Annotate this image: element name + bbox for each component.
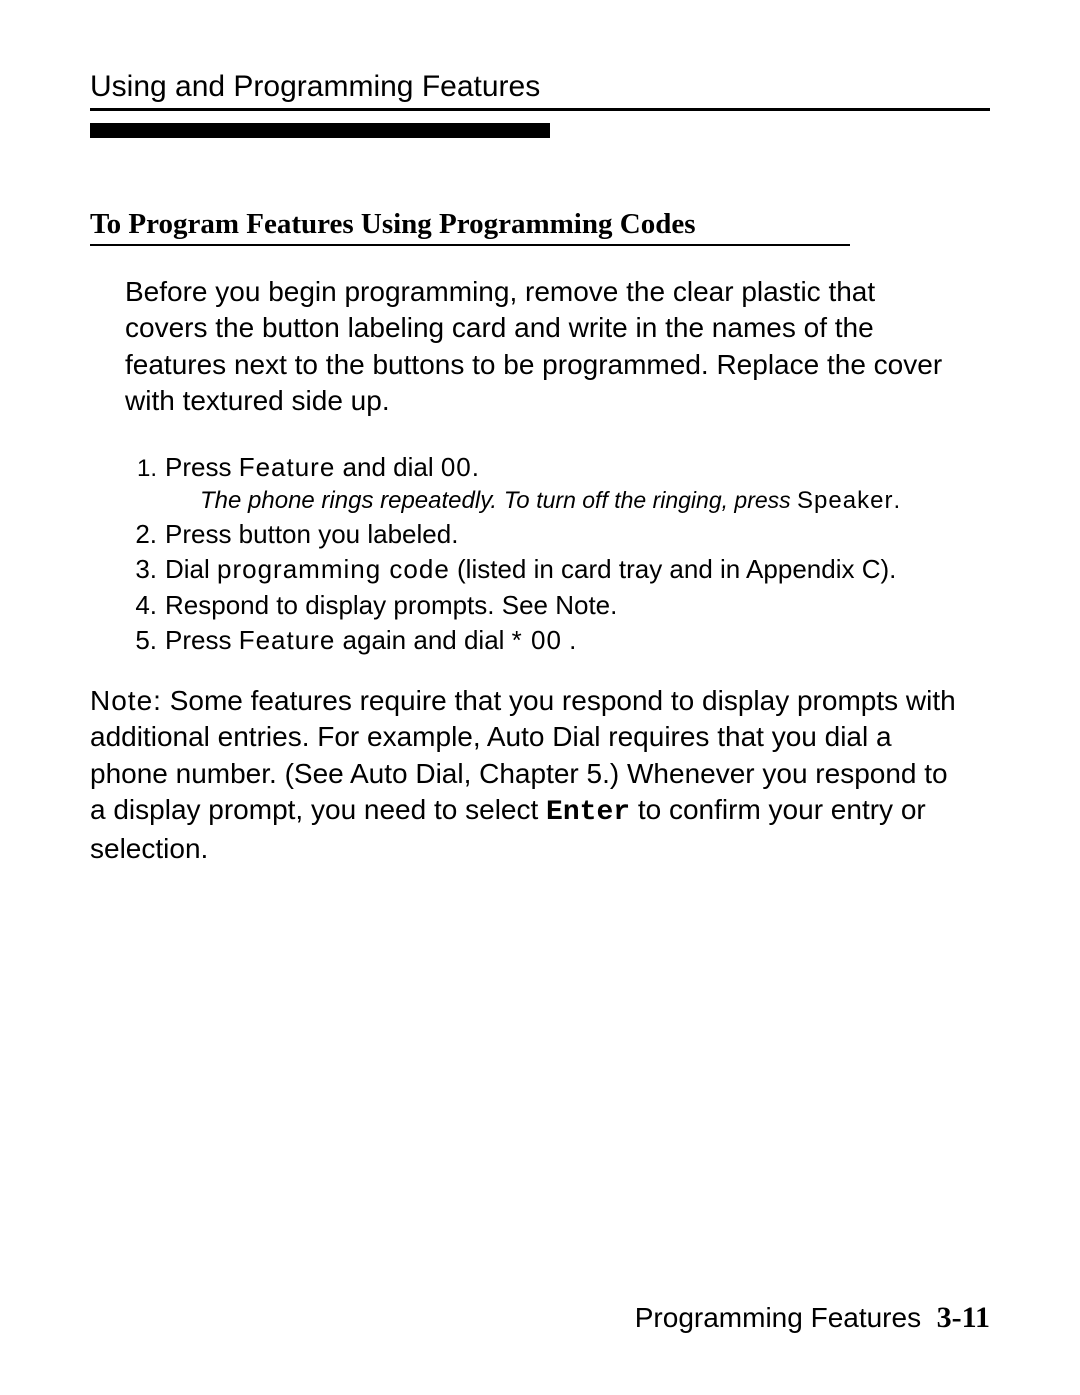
step-number: 1. bbox=[125, 450, 165, 485]
section-heading: To Program Features Using Programming Co… bbox=[90, 208, 990, 241]
text: Dial bbox=[165, 554, 217, 584]
title-black-bar bbox=[90, 123, 550, 138]
page-number: 3-11 bbox=[937, 1301, 990, 1334]
text: (listed in card tray and in Appendix C). bbox=[450, 554, 897, 584]
text: . bbox=[893, 487, 900, 514]
text: and dial bbox=[335, 452, 441, 482]
section-rule bbox=[90, 244, 850, 246]
step-number: 3. bbox=[125, 552, 165, 587]
step-text: Dial programming code (listed in card tr… bbox=[165, 552, 990, 587]
speaker-key: Speaker bbox=[797, 487, 893, 514]
step-text: Press Feature again and dial * 00 . bbox=[165, 623, 990, 658]
page-footer: Programming Features 3-11 bbox=[635, 1301, 990, 1335]
text: . bbox=[562, 625, 576, 655]
step-text: Press Feature and dial 00. bbox=[165, 450, 990, 485]
intro-paragraph: Before you begin programming, remove the… bbox=[125, 274, 960, 420]
step-1-note: The phone rings repeatedly. To turn off … bbox=[200, 485, 990, 517]
feature-key: Feature bbox=[239, 625, 336, 655]
text: Press bbox=[165, 452, 239, 482]
note-text: turn off the ringing, press bbox=[536, 487, 797, 513]
step-number: 2. bbox=[125, 517, 165, 552]
programming-code: programming code bbox=[217, 554, 450, 584]
step-5: 5. Press Feature again and dial * 00 . bbox=[125, 623, 990, 658]
dial-code: * 00 bbox=[512, 625, 562, 655]
chapter-title: Using and Programming Features bbox=[90, 70, 990, 104]
step-2: 2. Press button you labeled. bbox=[125, 517, 990, 552]
note-text: The phone rings repeatedly. To bbox=[200, 487, 536, 514]
page-container: Using and Programming Features To Progra… bbox=[0, 0, 1080, 1395]
feature-key: Feature bbox=[239, 452, 336, 482]
step-1: 1. Press Feature and dial 00. bbox=[125, 450, 990, 485]
text: Press bbox=[165, 625, 239, 655]
step-text: Press button you labeled. bbox=[165, 517, 990, 552]
steps-list: 1. Press Feature and dial 00. The phone … bbox=[125, 450, 990, 658]
footer-label: Programming Features bbox=[635, 1302, 921, 1333]
dial-code: 00. bbox=[441, 452, 480, 482]
step-text: Respond to display prompts. See Note. bbox=[165, 588, 990, 623]
note-paragraph: Note: Some features require that you res… bbox=[90, 683, 960, 868]
text: again and dial bbox=[335, 625, 511, 655]
step-4: 4. Respond to display prompts. See Note. bbox=[125, 588, 990, 623]
enter-key: Enter bbox=[546, 797, 630, 828]
note-label: Note: bbox=[90, 685, 162, 716]
step-number: 4. bbox=[125, 588, 165, 623]
step-3: 3. Dial programming code (listed in card… bbox=[125, 552, 990, 587]
title-rule bbox=[90, 108, 990, 111]
step-number: 5. bbox=[125, 623, 165, 658]
